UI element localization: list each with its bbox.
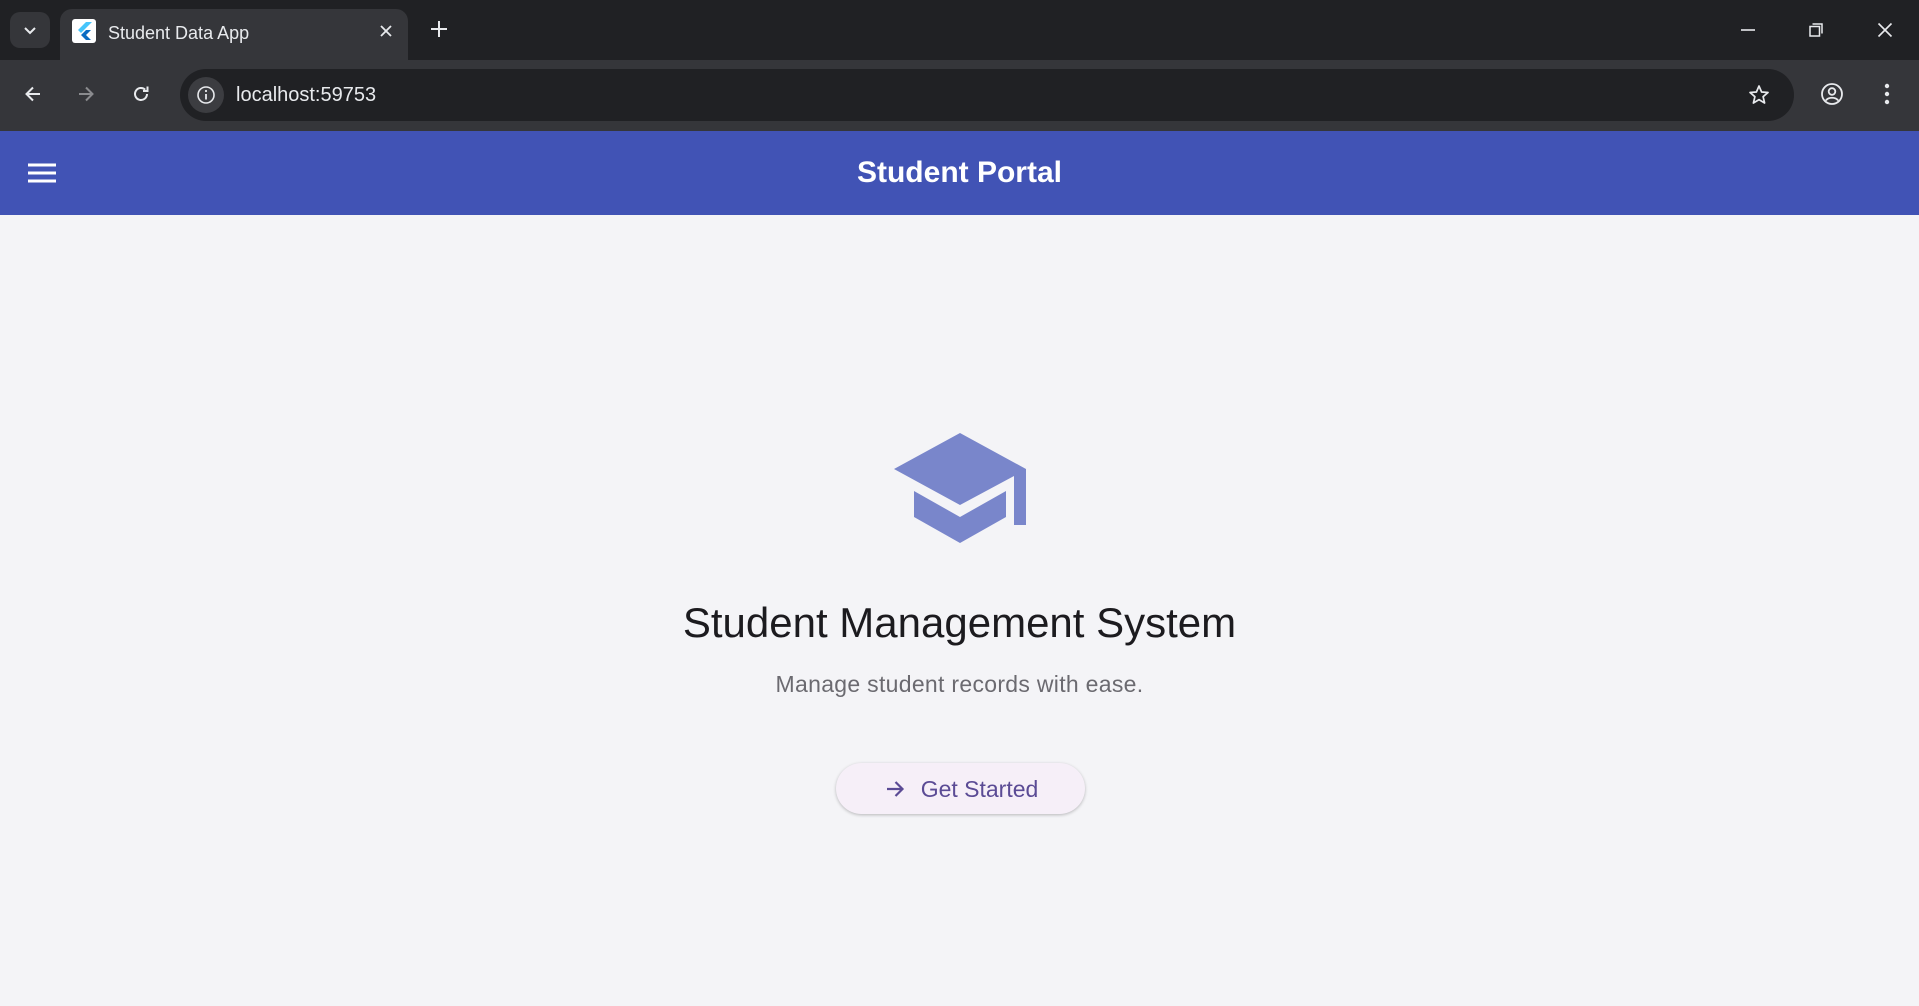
tab-close-button[interactable] [374,19,398,43]
info-icon [197,86,215,104]
arrow-right-icon [79,86,94,102]
plus-icon [431,21,447,37]
minimize-button[interactable] [1723,10,1773,50]
reload-icon [134,86,149,101]
arrow-right-icon [883,777,907,801]
more-vert-icon [1884,83,1890,105]
drawer-menu-button[interactable] [22,153,62,193]
new-tab-button[interactable] [424,14,454,44]
flutter-favicon-icon [72,19,96,43]
get-started-button[interactable]: Get Started [836,763,1085,814]
chevron-down-icon [24,27,36,35]
main-content: Student Management System Manage student… [0,215,1919,1006]
page-subtitle: Manage student records with ease. [775,671,1144,697]
account-icon [1821,83,1843,105]
app-bar-title: Student Portal [856,156,1062,189]
tab-search-button[interactable] [10,12,50,48]
app-bar: Student Portal [0,131,1919,215]
site-info-button[interactable] [188,77,224,113]
page-title: Student Management System [682,599,1237,646]
back-button[interactable] [15,76,51,112]
hamburger-menu-icon [28,163,56,183]
reload-button[interactable] [123,76,159,112]
star-icon [1749,85,1769,104]
close-icon [380,25,392,37]
restore-button[interactable] [1791,10,1841,50]
browser-menu-button[interactable] [1869,76,1905,112]
browser-toolbar: localhost:59753 [0,60,1919,131]
minimize-icon [1741,29,1755,31]
url-text: localhost:59753 [236,84,377,106]
restore-icon [1809,23,1823,37]
profile-button[interactable] [1814,76,1850,112]
tab-title: Student Data App [108,23,250,43]
forward-button[interactable] [68,76,104,112]
close-icon [1877,22,1893,38]
close-window-button[interactable] [1860,10,1910,50]
get-started-label: Get Started [920,775,1039,802]
arrow-left-icon [25,86,40,102]
browser-tab[interactable]: Student Data App [60,9,408,60]
graduation-cap-icon [894,433,1026,543]
address-bar[interactable]: localhost:59753 [180,69,1794,121]
bookmark-button[interactable] [1742,78,1776,112]
browser-tab-strip: Student Data App [0,0,1919,60]
